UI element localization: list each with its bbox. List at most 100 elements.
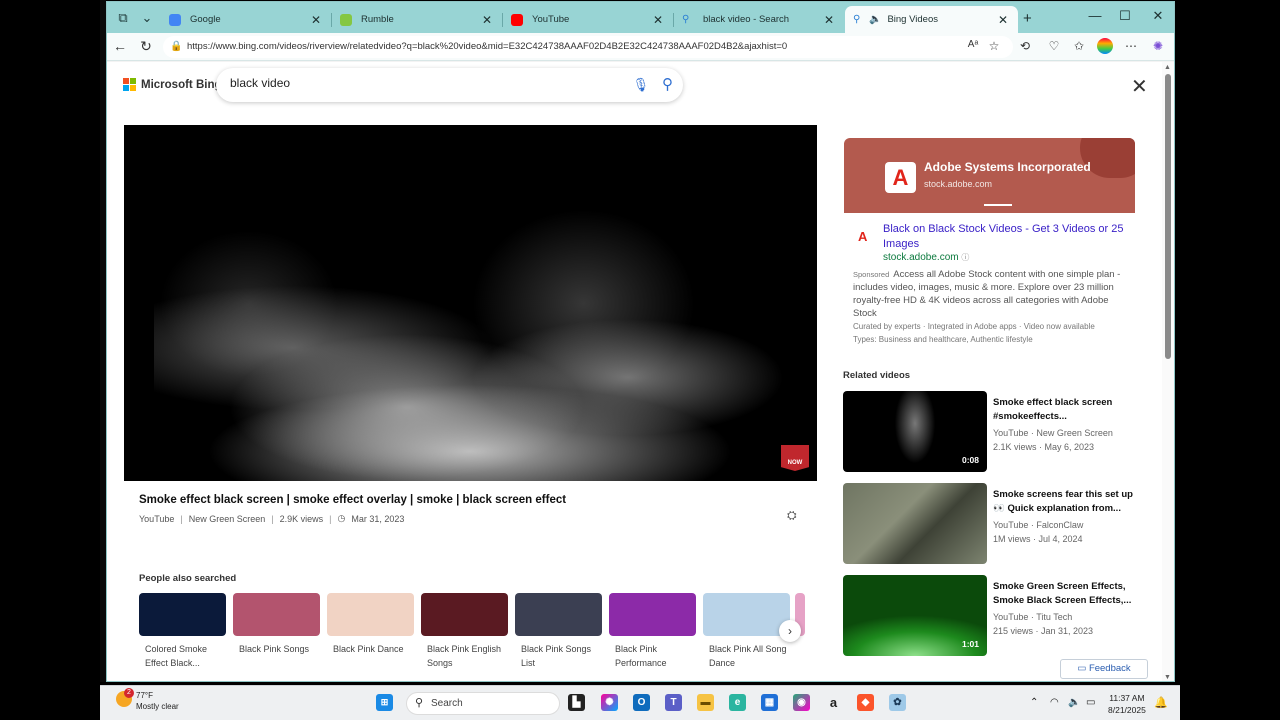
taskbar-clock[interactable]: 11:37 AM 8/21/2025 xyxy=(1108,692,1146,716)
video-title[interactable]: Smoke effect black screen | smoke effect… xyxy=(139,494,566,506)
weather-condition: Mostly clear xyxy=(136,702,179,711)
page-scrollbar[interactable]: ▲ ▼ xyxy=(1162,62,1174,681)
teams-icon[interactable]: T xyxy=(665,694,682,711)
video-thumbnail[interactable]: 0:08 xyxy=(843,391,987,472)
ad-sitelinks[interactable]: Curated by experts · Integrated in Adobe… xyxy=(853,322,1133,331)
volume-icon[interactable]: 🔈 xyxy=(1068,697,1080,708)
tab-close-icon[interactable]: ✕ xyxy=(651,13,665,27)
favorite-star-icon[interactable]: ☆ xyxy=(985,39,1003,53)
read-aloud-icon[interactable]: Aᵃ xyxy=(964,39,982,50)
tab-close-icon[interactable]: ✕ xyxy=(822,13,836,27)
extensions-icon[interactable]: ⟲ xyxy=(1016,39,1034,53)
ad-banner[interactable]: A Adobe Systems Incorporated stock.adobe… xyxy=(844,138,1135,213)
list-item[interactable]: Colored Smoke Effect Black... xyxy=(139,593,226,670)
related-video-item[interactable]: 0:08 Smoke effect black screen #smokeeffe… xyxy=(843,391,1143,473)
related-video-item[interactable]: Smoke screens fear this set up 👀 Quick e… xyxy=(843,483,1143,565)
carousel-next-icon[interactable]: › xyxy=(779,620,801,642)
list-item-label: Black Pink Songs xyxy=(239,644,310,654)
related-video-meta: 2.1K views · May 6, 2023 xyxy=(993,442,1095,452)
tab-google[interactable]: Google ✕ xyxy=(161,6,332,33)
share-icon[interactable]: ⛭ xyxy=(787,508,797,523)
video-channel[interactable]: New Green Screen xyxy=(189,514,266,524)
close-viewer-icon[interactable]: ✕ xyxy=(1131,74,1148,99)
related-video-title[interactable]: Smoke effect black screen #smokeeffects.… xyxy=(993,396,1138,424)
favorites-icon[interactable]: ✩ xyxy=(1070,39,1088,53)
audio-playing-icon[interactable]: 🔈 xyxy=(869,14,881,25)
tab-rumble[interactable]: Rumble ✕ xyxy=(332,6,503,33)
list-item[interactable]: Black Pink Songs List xyxy=(515,593,602,670)
clock-time: 11:37 AM xyxy=(1109,693,1145,703)
list-item-label: Black Pink Songs List xyxy=(521,644,592,668)
video-player[interactable]: NOW xyxy=(124,125,817,481)
browser-essentials-icon[interactable]: ♡ xyxy=(1045,39,1063,53)
feedback-icon: ▭ xyxy=(1077,663,1087,674)
copilot-icon[interactable]: ✺ xyxy=(1149,39,1167,53)
scroll-down-icon[interactable]: ▼ xyxy=(1164,674,1171,681)
feedback-button[interactable]: ▭ Feedback xyxy=(1060,659,1148,679)
more-menu-icon[interactable]: ⋯ xyxy=(1122,39,1140,53)
meta-divider: | xyxy=(329,513,332,524)
screen: ⧉ ⌄ Google ✕ Rumble ✕ YouTube ✕ ⚲ black … xyxy=(0,0,1280,720)
list-item[interactable]: Black Pink All Song Dance xyxy=(703,593,790,670)
app-icon[interactable]: ◉ xyxy=(793,694,810,711)
related-video-item[interactable]: 1:01 Smoke Green Screen Effects, Smoke Bl… xyxy=(843,575,1143,657)
scroll-up-icon[interactable]: ▲ xyxy=(1164,64,1171,71)
search-icon[interactable]: ⚲ xyxy=(662,75,673,93)
list-item[interactable]: Black Pink English Songs xyxy=(421,593,508,670)
info-icon[interactable]: ⓘ xyxy=(961,253,969,262)
related-video-source: YouTube · New Green Screen xyxy=(993,428,1113,438)
list-item[interactable]: Black Pink Dance xyxy=(327,593,414,656)
tab-close-icon[interactable]: ✕ xyxy=(309,13,323,27)
people-also-searched-heading: People also searched xyxy=(139,573,237,584)
ad-description: Sponsored Access all Adobe Stock content … xyxy=(853,268,1133,320)
tray-chevron-icon[interactable]: ⌃ xyxy=(1030,697,1038,708)
video-thumbnail[interactable] xyxy=(843,483,987,564)
microsoft-bing-logo[interactable]: Microsoft Bing xyxy=(123,78,222,91)
store-icon[interactable]: ▦ xyxy=(761,694,778,711)
outlook-icon[interactable]: O xyxy=(633,694,650,711)
ad-headline-link[interactable]: Black on Black Stock Videos - Get 3 Vide… xyxy=(883,222,1128,252)
url-field[interactable]: 🔒 https://www.bing.com/videos/riverview/… xyxy=(163,36,1013,58)
tab-close-icon[interactable]: ✕ xyxy=(996,13,1010,27)
tab-bing-videos[interactable]: ⚲ 🔈 Bing Videos ✕ xyxy=(845,6,1018,33)
sponsored-label: Sponsored xyxy=(853,270,890,279)
tab-actions-chevron-icon[interactable]: ⌄ xyxy=(139,10,155,26)
related-video-title[interactable]: Smoke Green Screen Effects, Smoke Black … xyxy=(993,580,1138,608)
list-item-label: Black Pink All Song Dance xyxy=(709,644,787,668)
list-item[interactable]: Black Pink Performance xyxy=(609,593,696,670)
back-arrow-icon[interactable]: ← xyxy=(111,38,129,54)
brave-icon[interactable]: ◆ xyxy=(857,694,874,711)
workspaces-icon[interactable]: ⧉ xyxy=(115,10,131,26)
tab-black-video-search[interactable]: ⚲ black video - Search ✕ xyxy=(674,6,844,33)
ad-url-text: stock.adobe.com xyxy=(883,252,959,263)
taskbar-search[interactable]: ⚲ Search xyxy=(406,692,560,715)
start-windows-icon[interactable]: ⊞ xyxy=(376,694,393,711)
notification-bell-icon[interactable]: 🔔 xyxy=(1154,696,1168,709)
scrollbar-thumb[interactable] xyxy=(1165,74,1171,359)
maximize-icon[interactable]: ☐ xyxy=(1115,8,1135,24)
notification-badge: 2 xyxy=(124,688,134,698)
refresh-icon[interactable]: ↻ xyxy=(137,38,155,55)
battery-icon[interactable]: ▭ xyxy=(1086,697,1095,708)
profile-avatar[interactable] xyxy=(1097,38,1113,54)
app-pinned-icon[interactable]: ✿ xyxy=(889,694,906,711)
copilot-app-icon[interactable]: ✺ xyxy=(601,694,618,711)
wifi-icon[interactable]: ◠ xyxy=(1050,697,1059,708)
microphone-icon[interactable]: 🎙 xyxy=(632,77,649,93)
window-close-icon[interactable]: ✕ xyxy=(1148,8,1168,24)
thumbnail xyxy=(139,593,226,636)
list-item[interactable]: Black Pink Songs xyxy=(233,593,320,656)
task-view-icon[interactable]: ▙ xyxy=(568,694,585,711)
tab-youtube[interactable]: YouTube ✕ xyxy=(503,6,674,33)
file-explorer-icon[interactable]: ▬ xyxy=(697,694,714,711)
minimize-icon[interactable]: — xyxy=(1085,8,1105,23)
video-thumbnail[interactable]: 1:01 xyxy=(843,575,987,656)
search-input[interactable] xyxy=(230,76,610,90)
new-tab-plus-icon[interactable]: + xyxy=(1023,10,1032,27)
video-meta: YouTube | New Green Screen | 2.9K views … xyxy=(139,513,404,524)
smoke-video-frame xyxy=(154,185,786,481)
edge-icon[interactable]: e xyxy=(729,694,746,711)
related-video-title[interactable]: Smoke screens fear this set up 👀 Quick e… xyxy=(993,488,1138,516)
tab-close-icon[interactable]: ✕ xyxy=(480,13,494,27)
amazon-icon[interactable]: a xyxy=(825,694,842,711)
